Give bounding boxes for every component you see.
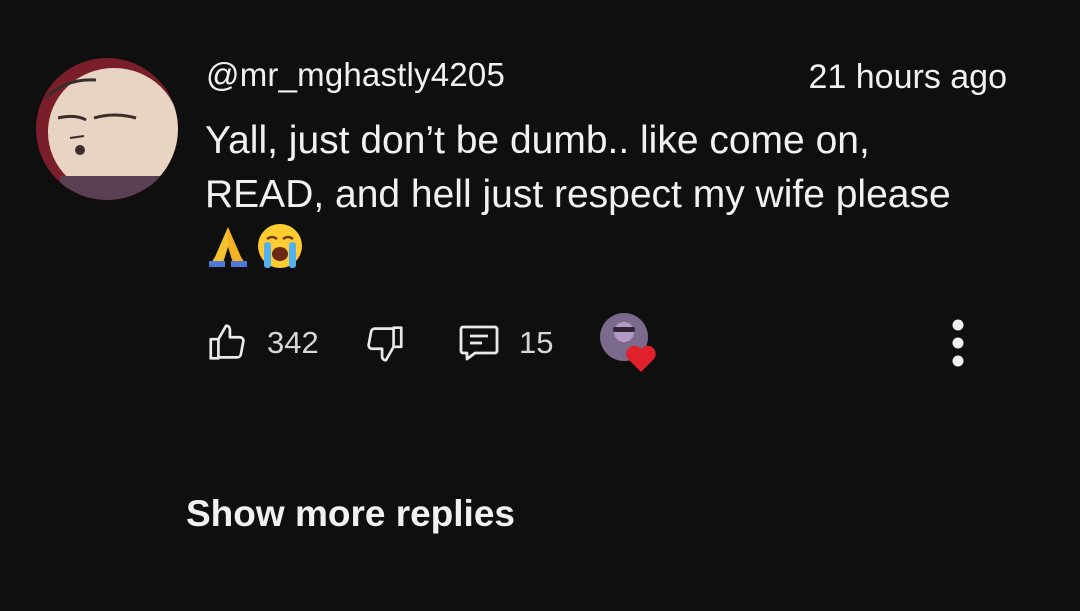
comment-icon: [459, 325, 499, 361]
comment-timestamp: 21 hours ago: [808, 58, 1008, 96]
comment-body: Yall, just don’t be dumb.. like come on,…: [205, 114, 1025, 222]
like-count: 342: [267, 325, 319, 360]
dislike-button[interactable]: [361, 315, 407, 371]
comment-line-1: Yall, just don’t be dumb.. like come on,: [205, 119, 870, 162]
creator-heart-badge: [599, 313, 663, 372]
reply-count: 15: [519, 325, 554, 360]
author-avatar[interactable]: [36, 58, 178, 200]
comment-line-2: READ, and hell just respect my wife plea…: [205, 173, 951, 216]
author-name[interactable]: @mr_mghastly4205: [206, 56, 505, 94]
replies-button[interactable]: 15: [455, 315, 553, 371]
like-button[interactable]: 342: [205, 315, 319, 371]
comment-thread: @mr_mghastly4205 21 hours ago Yall, just…: [0, 0, 1080, 611]
loudly-crying-face-icon: [258, 224, 302, 268]
avatar-image: [36, 58, 178, 200]
thumb-down-icon: [367, 326, 403, 362]
more-vertical-icon: [952, 319, 964, 367]
creator-heart-icon: [600, 313, 656, 372]
show-more-replies-button[interactable]: Show more replies: [186, 493, 515, 535]
folded-hands-icon: [209, 227, 247, 267]
comment-emoji-row: [205, 221, 305, 271]
thumb-up-icon: [209, 324, 245, 360]
more-options-button[interactable]: [943, 315, 973, 371]
comment-actions: 342 15: [205, 313, 985, 372]
